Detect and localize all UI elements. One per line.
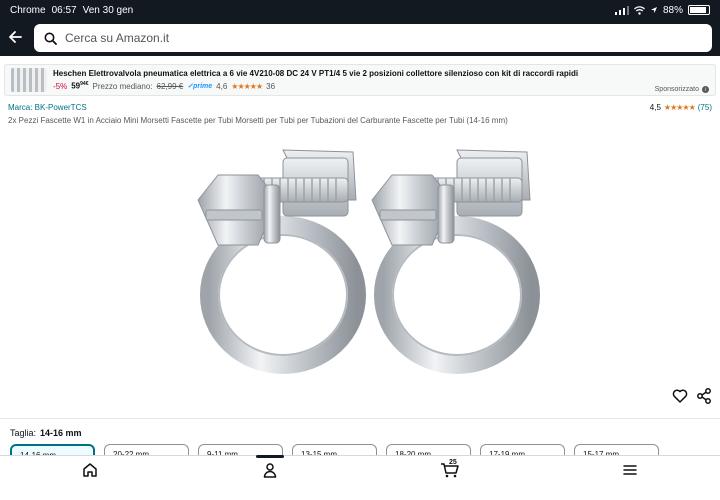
sponsored-rating: 4,6 — [216, 81, 228, 91]
divider — [0, 418, 720, 419]
cart-count-badge: 25 — [449, 459, 457, 466]
menu-icon — [623, 465, 637, 475]
size-label: Taglia: 14-16 mm — [10, 428, 82, 438]
home-icon — [83, 463, 97, 477]
sponsored-label[interactable]: Sponsorizzato i — [655, 86, 709, 93]
review-count[interactable]: (75) — [698, 103, 712, 112]
sponsored-price: 5994€ — [71, 81, 89, 91]
prime-badge: ✓prime — [187, 83, 213, 90]
sponsored-ad[interactable]: Heschen Elettrovalvola pneumatica elettr… — [4, 64, 716, 96]
tab-account[interactable] — [248, 455, 292, 494]
product-rating[interactable]: 4,5 ★★★★★ (75) — [650, 103, 712, 112]
tab-cart[interactable]: 25 — [428, 459, 472, 494]
location-icon — [650, 7, 657, 13]
product-title: 2x Pezzi Fascette W1 in Acciaio Mini Mor… — [8, 116, 508, 125]
account-icon — [263, 463, 277, 478]
rating-stars-icon: ★★★★★ — [663, 103, 696, 112]
rating-value: 4,5 — [649, 103, 661, 112]
wifi-icon — [634, 5, 645, 15]
search-box[interactable] — [34, 24, 712, 52]
signal-icon — [614, 5, 629, 15]
search-icon — [44, 32, 57, 45]
search-input[interactable] — [65, 31, 702, 45]
battery-icon — [688, 5, 710, 15]
tab-home[interactable] — [68, 462, 112, 494]
sponsored-title[interactable]: Heschen Elettrovalvola pneumatica elettr… — [53, 69, 655, 78]
sponsored-label-text: Sponsorizzato — [654, 86, 699, 93]
tab-menu[interactable] — [608, 462, 652, 494]
share-icon[interactable] — [696, 388, 714, 406]
date: Ven 30 gen — [82, 4, 134, 16]
heart-icon[interactable] — [671, 388, 689, 406]
median-price: 62,99 € — [156, 81, 184, 91]
info-icon[interactable]: i — [702, 86, 709, 93]
clock: 06:57 — [51, 4, 77, 16]
median-price-label: Prezzo mediano: — [92, 81, 153, 91]
bottom-tab-bar: 25 — [0, 455, 720, 500]
sponsored-product-image[interactable] — [11, 68, 47, 92]
sponsored-stars-icon: ★★★★★ — [231, 81, 263, 91]
sponsored-review-count: 36 — [266, 81, 276, 91]
selected-size: 14-16 mm — [40, 428, 82, 438]
size-label-text: Taglia: — [10, 428, 37, 438]
back-arrow-icon[interactable] — [8, 27, 30, 50]
product-image[interactable] — [180, 130, 540, 375]
brand-link[interactable]: Marca: BK-PowerTCS — [8, 103, 87, 112]
carrier-label: Chrome — [10, 4, 46, 16]
battery-percent: 88% — [662, 4, 683, 16]
sponsored-discount: -5% — [53, 81, 68, 91]
status-bar: Chrome 06:57 Ven 30 gen 88% — [0, 0, 720, 20]
search-header — [0, 20, 720, 56]
